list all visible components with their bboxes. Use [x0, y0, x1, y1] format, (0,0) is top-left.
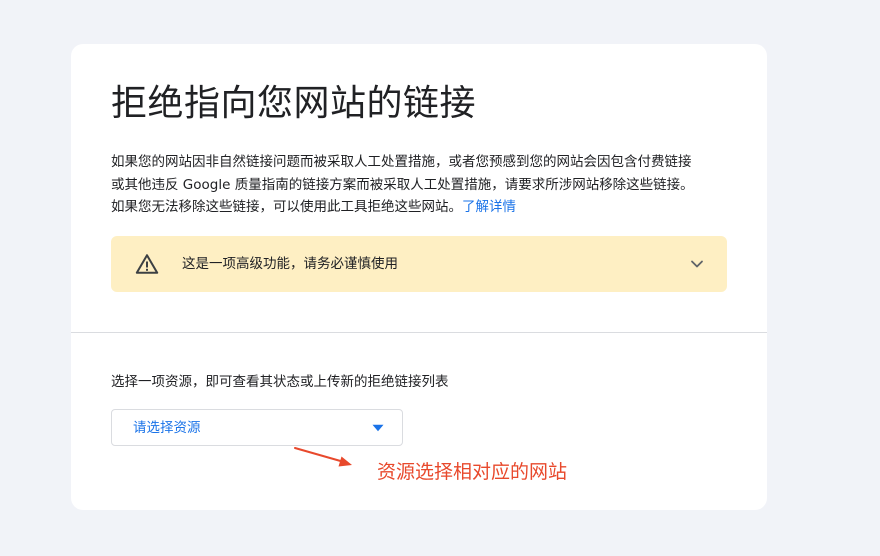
disavow-card: 拒绝指向您网站的链接 如果您的网站因非自然链接问题而被采取人工处置措施，或者您预…: [71, 44, 767, 510]
property-select-placeholder: 请选择资源: [133, 420, 201, 436]
arrow-icon: [294, 447, 352, 467]
property-prompt: 选择一项资源，即可查看其状态或上传新的拒绝链接列表: [111, 374, 449, 390]
annotation-text: 资源选择相对应的网站: [377, 461, 568, 483]
learn-more-link[interactable]: 了解详情: [462, 199, 516, 215]
section-divider: [71, 332, 767, 333]
warning-triangle-icon: [135, 254, 159, 274]
property-select[interactable]: 请选择资源: [111, 409, 403, 446]
page-title: 拒绝指向您网站的链接: [111, 83, 477, 124]
advanced-feature-warning[interactable]: 这是一项高级功能，请务必谨慎使用: [111, 236, 727, 292]
warning-text: 这是一项高级功能，请务必谨慎使用: [182, 256, 398, 272]
caret-down-icon: [372, 424, 384, 432]
description-text: 如果您的网站因非自然链接问题而被采取人工处置措施，或者您预感到您的网站会因包含付…: [111, 154, 694, 215]
chevron-down-icon[interactable]: [687, 254, 707, 274]
page-description: 如果您的网站因非自然链接问题而被采取人工处置措施，或者您预感到您的网站会因包含付…: [111, 151, 703, 219]
